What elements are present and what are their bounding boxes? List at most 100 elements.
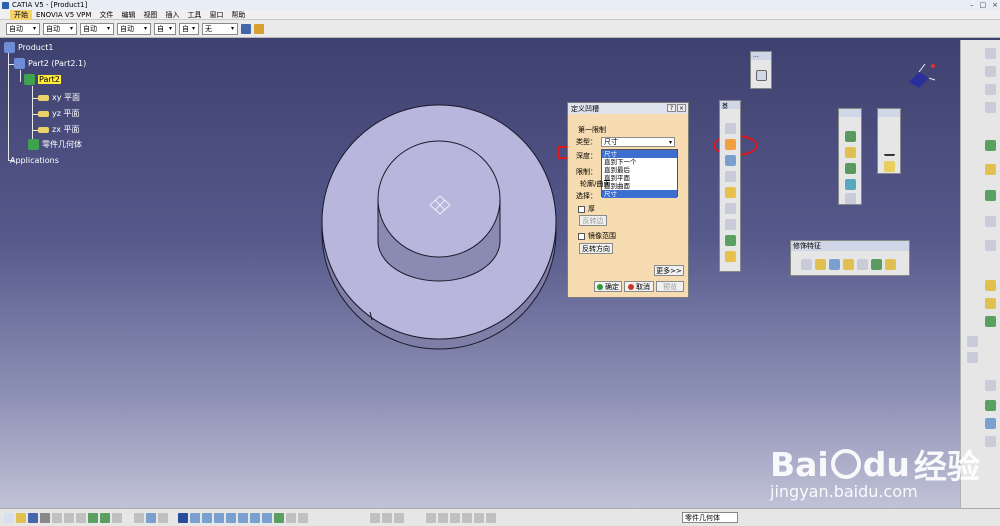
sketch-icon[interactable] (985, 66, 996, 77)
reverse-side-button[interactable]: 反转边 (579, 215, 607, 226)
point-icon[interactable] (884, 129, 895, 140)
measure-icon[interactable] (370, 512, 380, 523)
rotation-icon[interactable] (845, 147, 856, 158)
slot-icon[interactable] (725, 219, 736, 230)
symmetry-icon[interactable] (845, 163, 856, 174)
type-combo[interactable]: 尺寸 ▾ (601, 137, 675, 147)
boolean-icon[interactable] (474, 512, 484, 523)
scan-icon[interactable] (486, 512, 496, 523)
fly-mode-icon[interactable] (178, 512, 188, 523)
new-icon[interactable] (4, 512, 14, 523)
quick-view-icon[interactable] (262, 512, 272, 523)
boss-top-face[interactable] (377, 140, 501, 258)
plane-icon[interactable] (884, 161, 895, 172)
annotation-icon[interactable] (985, 380, 996, 391)
plane-icon[interactable] (985, 164, 996, 175)
save-icon[interactable] (28, 512, 38, 523)
rib-icon[interactable] (725, 203, 736, 214)
print-icon[interactable] (40, 512, 50, 523)
dropdown-option[interactable]: 尺寸 (602, 190, 677, 198)
formula-icon[interactable] (985, 418, 996, 429)
hole-icon[interactable] (725, 187, 736, 198)
mirror-checkbox[interactable] (578, 232, 585, 240)
dropdown-option[interactable]: 直到下一个 (602, 158, 677, 166)
paw-icon (830, 449, 861, 479)
catalog-icon[interactable] (146, 512, 156, 523)
axis-icon[interactable] (985, 436, 996, 447)
preview-button[interactable]: 预览 (656, 281, 684, 292)
button-label: 更多>> (656, 266, 682, 275)
line-icon[interactable] (884, 145, 895, 156)
apply-material-icon[interactable] (394, 512, 404, 523)
select-arrow-icon[interactable] (985, 140, 996, 151)
pan-icon[interactable] (202, 512, 212, 523)
whats-this-icon[interactable] (112, 512, 122, 523)
analysis-icon[interactable] (985, 216, 996, 227)
inertia-icon[interactable] (382, 512, 392, 523)
remove-face-icon[interactable] (885, 259, 896, 270)
hide-show-icon[interactable] (286, 512, 296, 523)
update-icon[interactable] (438, 512, 448, 523)
redo-icon[interactable] (100, 512, 110, 523)
open-icon[interactable] (16, 512, 26, 523)
button-label: 取消 (636, 282, 650, 291)
chamfer-icon[interactable] (815, 259, 826, 270)
ok-button[interactable]: 确定 (594, 281, 622, 292)
sketch-icon[interactable] (756, 70, 767, 81)
exit-icon[interactable] (985, 48, 996, 59)
fit-all-icon[interactable] (190, 512, 200, 523)
body-select-combo[interactable]: 零件几何体 (682, 512, 738, 523)
cancel-button[interactable]: 取消 (624, 281, 654, 292)
help-button[interactable]: ? (667, 104, 676, 112)
pad-icon[interactable] (967, 336, 978, 347)
render-style-icon[interactable] (274, 512, 284, 523)
rotate-icon[interactable] (214, 512, 224, 523)
formula-icon[interactable] (134, 512, 144, 523)
sketch-analysis-icon[interactable] (426, 512, 436, 523)
groove-icon[interactable] (725, 171, 736, 182)
draft-icon[interactable] (829, 259, 840, 270)
dropdown-option[interactable]: 尺寸 (602, 150, 677, 158)
shaft-icon[interactable] (725, 155, 736, 166)
thick-checkbox[interactable] (578, 205, 585, 213)
thread-icon[interactable] (871, 259, 882, 270)
reverse-direction-button[interactable]: 反转方向 (579, 243, 613, 254)
normal-view-icon[interactable] (250, 512, 260, 523)
copy-icon[interactable] (64, 512, 74, 523)
select-icon[interactable] (985, 84, 996, 95)
dropdown-option[interactable]: 直到最后 (602, 166, 677, 174)
dropdown-option[interactable]: 直到平面 (602, 174, 677, 182)
zoom-out-icon[interactable] (238, 512, 248, 523)
loft-icon[interactable] (725, 251, 736, 262)
measure-icon[interactable] (985, 190, 996, 201)
axis-system-icon[interactable] (450, 512, 460, 523)
swap-space-icon[interactable] (298, 512, 308, 523)
cut-icon[interactable] (52, 512, 62, 523)
translation-icon[interactable] (845, 131, 856, 142)
fillet-icon[interactable] (801, 259, 812, 270)
more-button[interactable]: 更多>> (654, 265, 684, 276)
undo-icon[interactable] (88, 512, 98, 523)
knowledge-icon[interactable] (985, 400, 996, 411)
body-icon[interactable] (462, 512, 472, 523)
thickness-icon[interactable] (857, 259, 868, 270)
compass-icon[interactable] (905, 62, 937, 94)
sketcher-palette: ... (750, 51, 772, 89)
pad-icon[interactable] (725, 123, 736, 134)
constraint-icon[interactable] (985, 240, 996, 251)
close-icon[interactable]: × (677, 104, 686, 112)
view-icon[interactable] (985, 102, 996, 113)
material-icon[interactable] (967, 352, 978, 363)
surface-icon[interactable] (985, 316, 996, 327)
dropdown-option[interactable]: 直到曲面 (602, 182, 677, 190)
mirror-icon[interactable] (845, 179, 856, 190)
pattern-icon[interactable] (845, 193, 856, 204)
stiffener-icon[interactable] (725, 235, 736, 246)
pocket-icon[interactable] (725, 139, 736, 150)
design-table-icon[interactable] (158, 512, 168, 523)
paste-icon[interactable] (76, 512, 86, 523)
assemble-icon[interactable] (985, 298, 996, 309)
shell-icon[interactable] (843, 259, 854, 270)
zoom-in-icon[interactable] (226, 512, 236, 523)
boolean-icon[interactable] (985, 280, 996, 291)
